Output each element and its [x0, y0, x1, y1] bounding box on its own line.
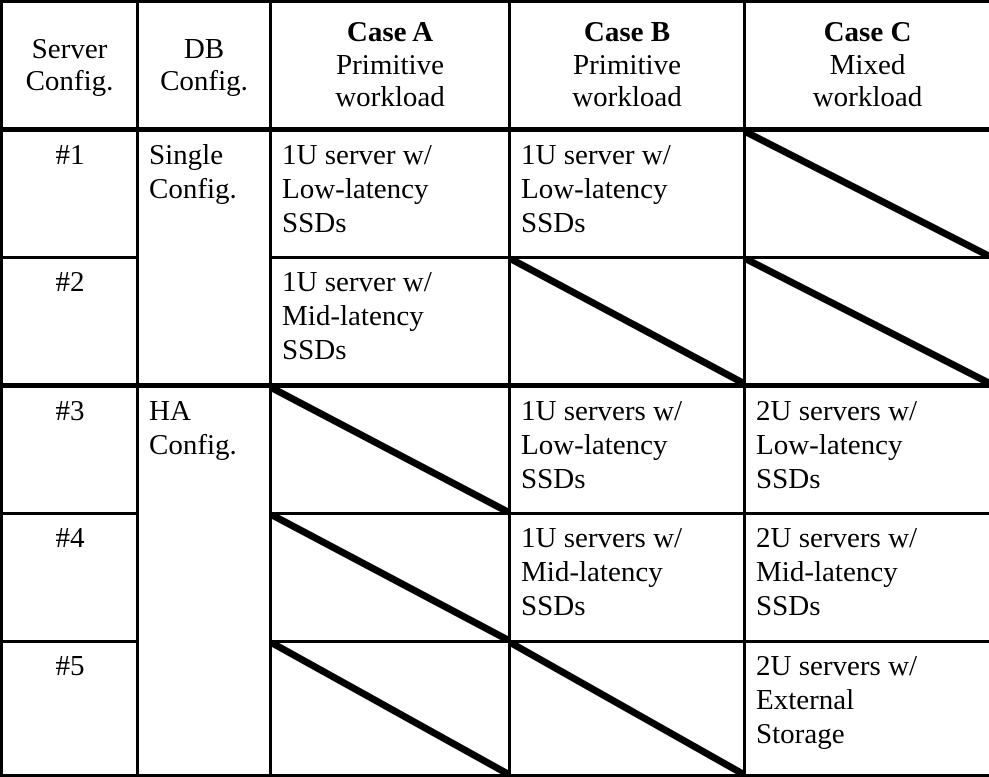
- cell-case-a-row5-not-applicable: [271, 642, 510, 776]
- cell-case-a-row1: 1U server w/ Low-latency SSDs: [271, 130, 510, 258]
- cell-case-a-row2: 1U server w/ Mid-latency SSDs: [271, 258, 510, 386]
- column-header-server-config: Server Config.: [2, 2, 138, 130]
- server-config-label-5: #5: [3, 643, 136, 684]
- db-config-label-ha: HA Config.: [139, 388, 269, 463]
- table-row: #3 HA Config. 1U servers w/ Low-latency …: [2, 386, 989, 514]
- case-c-value-row5: 2U servers w/ External Storage: [746, 643, 989, 752]
- cell-server-config-3: #3: [2, 386, 138, 514]
- cell-server-config-4: #4: [2, 514, 138, 642]
- cell-case-c-row1-not-applicable: [745, 130, 989, 258]
- column-header-case-b-sub2: workload: [517, 81, 737, 113]
- table-row: #1 Single Config. 1U server w/ Low-laten…: [2, 130, 989, 258]
- case-a-value-row2: 1U server w/ Mid-latency SSDs: [272, 259, 508, 368]
- column-header-case-a-sub1: Primitive: [278, 49, 502, 81]
- diagonal-strikethrough-icon: [511, 259, 743, 383]
- column-header-case-c-sub2: workload: [752, 81, 983, 113]
- diagonal-strikethrough-icon: [272, 515, 508, 640]
- cell-case-c-row3: 2U servers w/ Low-latency SSDs: [745, 386, 989, 514]
- column-header-server-config-line2: Config.: [9, 65, 130, 97]
- column-header-db-config: DB Config.: [138, 2, 271, 130]
- cell-case-b-row2-not-applicable: [510, 258, 745, 386]
- cell-server-config-2: #2: [2, 258, 138, 386]
- case-c-value-row4: 2U servers w/ Mid-latency SSDs: [746, 515, 989, 624]
- server-config-label-4: #4: [3, 515, 136, 556]
- diagonal-strikethrough-icon: [746, 132, 989, 256]
- column-header-case-b-sub1: Primitive: [517, 49, 737, 81]
- column-header-case-c-title: Case C: [752, 16, 983, 48]
- db-config-label-single: Single Config.: [139, 132, 269, 207]
- cell-db-config-ha: HA Config.: [138, 386, 271, 776]
- diagonal-strikethrough-icon: [272, 643, 508, 774]
- case-c-value-row3: 2U servers w/ Low-latency SSDs: [746, 388, 989, 497]
- cell-case-b-row1: 1U server w/ Low-latency SSDs: [510, 130, 745, 258]
- diagonal-strikethrough-icon: [746, 259, 989, 383]
- diagonal-strikethrough-icon: [272, 388, 508, 512]
- column-header-case-c-sub1: Mixed: [752, 49, 983, 81]
- case-a-value-row1: 1U server w/ Low-latency SSDs: [272, 132, 508, 241]
- column-header-case-a: Case A Primitive workload: [271, 2, 510, 130]
- cell-case-a-row3-not-applicable: [271, 386, 510, 514]
- cell-case-c-row2-not-applicable: [745, 258, 989, 386]
- cell-case-c-row5: 2U servers w/ External Storage: [745, 642, 989, 776]
- case-b-value-row1: 1U server w/ Low-latency SSDs: [511, 132, 743, 241]
- column-header-case-a-title: Case A: [278, 16, 502, 48]
- cell-case-b-row5-not-applicable: [510, 642, 745, 776]
- server-configuration-matrix-table: Server Config. DB Config. Case A Primiti…: [0, 0, 989, 777]
- cell-case-b-row4: 1U servers w/ Mid-latency SSDs: [510, 514, 745, 642]
- cell-case-a-row4-not-applicable: [271, 514, 510, 642]
- column-header-case-a-sub2: workload: [278, 81, 502, 113]
- server-config-label-1: #1: [3, 132, 136, 173]
- cell-server-config-1: #1: [2, 130, 138, 258]
- cell-server-config-5: #5: [2, 642, 138, 776]
- case-b-value-row3: 1U servers w/ Low-latency SSDs: [511, 388, 743, 497]
- case-b-value-row4: 1U servers w/ Mid-latency SSDs: [511, 515, 743, 624]
- column-header-server-config-line1: Server: [9, 33, 130, 65]
- column-header-case-c: Case C Mixed workload: [745, 2, 989, 130]
- server-config-label-2: #2: [3, 259, 136, 300]
- cell-db-config-single: Single Config.: [138, 130, 271, 386]
- column-header-case-b-title: Case B: [517, 16, 737, 48]
- table-header-row: Server Config. DB Config. Case A Primiti…: [2, 2, 989, 130]
- column-header-case-b: Case B Primitive workload: [510, 2, 745, 130]
- diagonal-strikethrough-icon: [511, 643, 743, 774]
- comparison-table-container: Server Config. DB Config. Case A Primiti…: [0, 0, 989, 774]
- cell-case-c-row4: 2U servers w/ Mid-latency SSDs: [745, 514, 989, 642]
- cell-case-b-row3: 1U servers w/ Low-latency SSDs: [510, 386, 745, 514]
- column-header-db-config-line1: DB: [145, 33, 263, 65]
- column-header-db-config-line2: Config.: [145, 65, 263, 97]
- server-config-label-3: #3: [3, 388, 136, 429]
